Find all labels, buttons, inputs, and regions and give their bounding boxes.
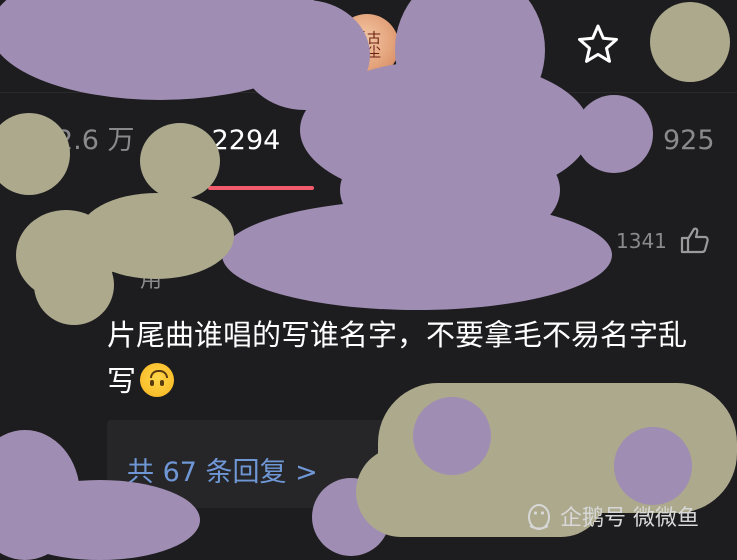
- redaction-blob: [222, 200, 612, 310]
- favorite-button[interactable]: [576, 22, 620, 66]
- upside-down-face-emoji: [140, 363, 175, 397]
- redaction-blob: [650, 2, 730, 82]
- redaction-blob: [413, 397, 491, 475]
- view-replies-link[interactable]: 共 67 条回复 >: [127, 450, 318, 489]
- like-button[interactable]: [680, 226, 710, 254]
- redaction-blob: [614, 427, 692, 505]
- redaction-blob: [0, 480, 200, 560]
- active-tab-indicator: [208, 186, 314, 190]
- redaction-blob: [140, 123, 220, 199]
- watermark: 企鹅号 微微鱼: [526, 500, 699, 532]
- thumbs-up-icon: [680, 227, 709, 254]
- tab-likes[interactable]: 925: [663, 126, 715, 156]
- like-count: 1341: [616, 229, 667, 253]
- redaction-blob: [34, 245, 114, 325]
- penguin-icon: [528, 504, 550, 530]
- star-outline-icon: [578, 24, 618, 63]
- redaction-blob: [575, 95, 653, 173]
- watermark-text: 企鹅号 微微鱼: [560, 506, 699, 531]
